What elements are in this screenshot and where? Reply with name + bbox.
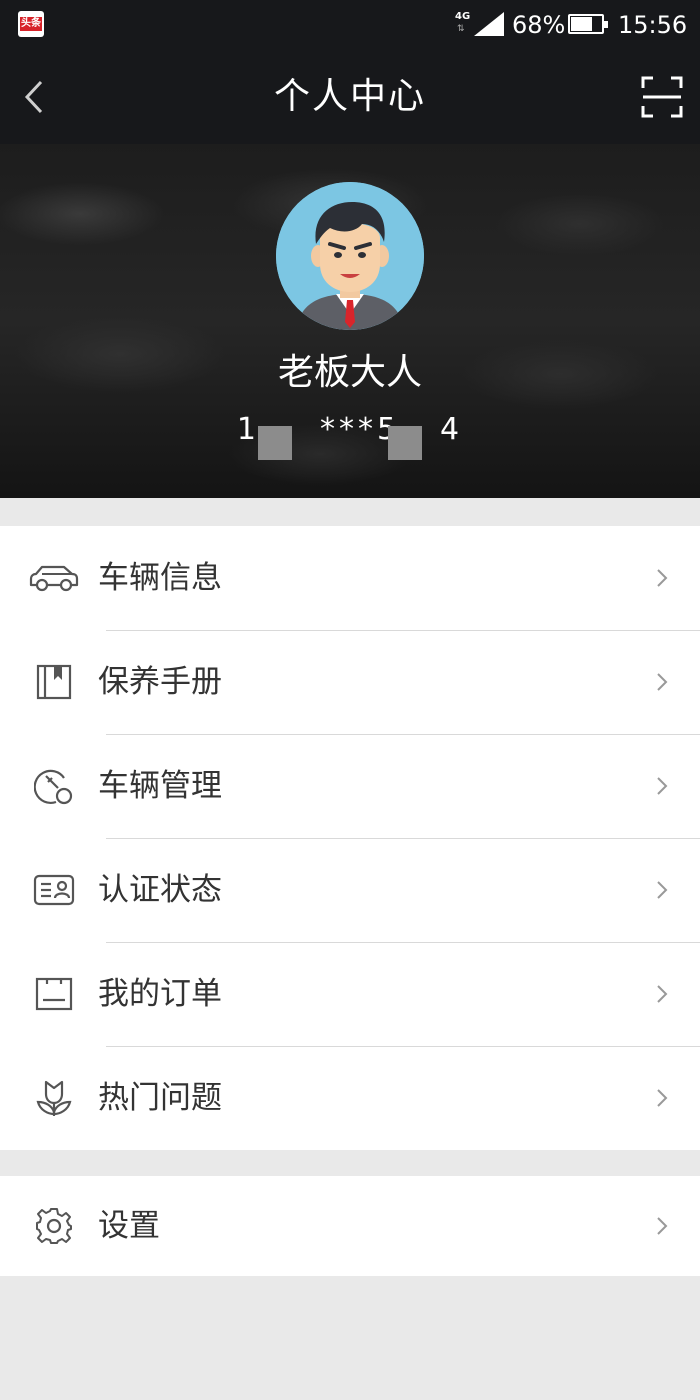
chevron-right-icon	[650, 980, 674, 1008]
menu-item-vehicle-management[interactable]: 车辆管理	[0, 734, 700, 838]
menu-item-label: 车辆管理	[98, 768, 222, 804]
car-icon	[26, 556, 82, 600]
menu-item-vehicle-info[interactable]: 车辆信息	[0, 526, 700, 630]
id-card-icon	[26, 868, 82, 912]
phone-prefix: 1	[236, 412, 260, 447]
manual-icon	[26, 660, 82, 704]
signal-icon	[474, 12, 504, 36]
clock: 15:56	[618, 11, 688, 39]
chevron-right-icon	[650, 772, 674, 800]
battery-icon	[568, 14, 608, 34]
toutiao-notification-icon: 头条	[18, 11, 44, 37]
chevron-right-icon	[650, 876, 674, 904]
gear-icon	[26, 1204, 82, 1248]
menu-item-my-orders[interactable]: 我的订单	[0, 942, 700, 1046]
menu-item-faq[interactable]: 热门问题	[0, 1046, 700, 1150]
profile-header: 老板大人 1 ***5 4	[0, 144, 700, 498]
user-phone: 1 ***5 4	[0, 410, 700, 450]
phone-mask-block	[388, 426, 422, 460]
data-arrows-icon: ⇅	[457, 24, 465, 34]
app-badge-text: 头条	[20, 17, 42, 31]
menu-item-label: 保养手册	[98, 664, 222, 700]
menu-item-maintenance-manual[interactable]: 保养手册	[0, 630, 700, 734]
nav-bar: 个人中心	[0, 50, 700, 144]
phone-mask-block	[258, 426, 292, 460]
page-title: 个人中心	[273, 76, 426, 117]
menu-item-label: 设置	[98, 1208, 160, 1244]
chevron-right-icon	[650, 1084, 674, 1112]
status-bar: 头条 4G ⇅ 68% 15:56	[0, 0, 700, 50]
menu-item-settings[interactable]: 设置	[0, 1176, 700, 1276]
menu-item-label: 热门问题	[98, 1080, 222, 1116]
chevron-right-icon	[650, 564, 674, 592]
battery-percentage: 68%	[512, 11, 566, 39]
avatar[interactable]	[276, 182, 424, 330]
user-name: 老板大人	[277, 352, 422, 393]
menu-item-label: 认证状态	[98, 872, 222, 908]
chevron-right-icon	[650, 1212, 674, 1240]
menu-group-main: 车辆信息 保养手册 车辆管理 认证状态 我的订单 热门问题	[0, 526, 700, 1150]
menu-group-settings: 设置	[0, 1176, 700, 1276]
menu-item-verification-status[interactable]: 认证状态	[0, 838, 700, 942]
menu-item-label: 车辆信息	[98, 560, 222, 596]
order-icon	[26, 972, 82, 1016]
scan-icon	[641, 76, 683, 118]
key-icon	[26, 764, 82, 808]
scan-button[interactable]	[636, 72, 688, 122]
phone-suffix: 4	[440, 412, 464, 447]
chevron-right-icon	[650, 668, 674, 696]
network-type: 4G	[455, 11, 471, 22]
flower-icon	[26, 1076, 82, 1120]
menu-item-label: 我的订单	[98, 976, 222, 1012]
businessman-avatar-icon	[276, 182, 424, 330]
